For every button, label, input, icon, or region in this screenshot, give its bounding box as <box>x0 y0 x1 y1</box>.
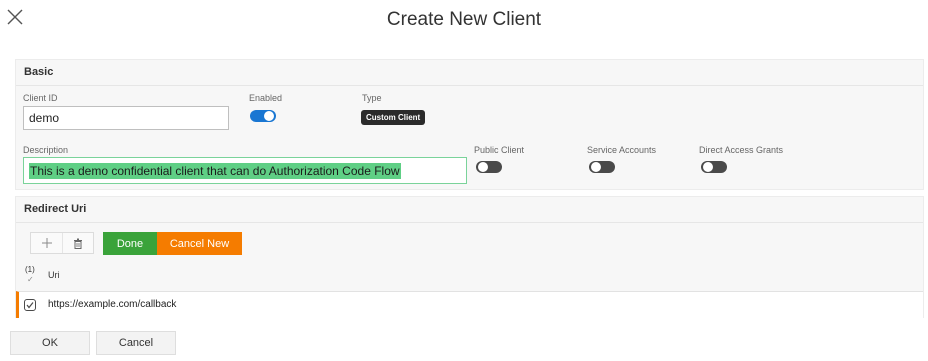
cancel-button[interactable]: Cancel <box>96 331 176 355</box>
row-checkbox[interactable] <box>24 299 36 311</box>
service-accounts-label: Service Accounts <box>587 145 657 155</box>
enabled-label: Enabled <box>249 93 283 103</box>
redirect-toolbar <box>30 232 94 254</box>
redirect-uri-panel: Redirect Uri Done Cancel New (1) ✓ Uri h… <box>15 196 924 318</box>
basic-panel-header: Basic <box>16 60 923 86</box>
column-header-uri: Uri <box>48 270 60 280</box>
basic-panel: Basic Client ID demo Enabled Type Custom… <box>15 59 924 190</box>
service-accounts-toggle[interactable] <box>589 161 615 173</box>
type-label: Type <box>362 93 382 103</box>
trash-icon[interactable] <box>62 233 93 253</box>
public-client-label: Public Client <box>474 145 525 155</box>
client-id-input[interactable]: demo <box>23 106 229 130</box>
select-all-check-icon[interactable]: ✓ <box>27 275 34 284</box>
redirect-uri-header: Redirect Uri <box>16 197 923 223</box>
client-id-label: Client ID <box>23 93 58 103</box>
selected-count: (1) <box>25 265 35 274</box>
type-badge: Custom Client <box>361 110 426 125</box>
ok-button[interactable]: OK <box>10 331 90 355</box>
dialog-title: Create New Client <box>386 9 542 30</box>
direct-access-grants-toggle[interactable] <box>701 161 727 173</box>
direct-access-grants-label: Direct Access Grants <box>699 145 784 155</box>
row-uri-value: https://example.com/callback <box>48 299 177 310</box>
client-id-value: demo <box>29 111 60 125</box>
description-label: Description <box>23 145 69 155</box>
table-row[interactable]: https://example.com/callback <box>16 291 923 318</box>
enabled-toggle[interactable] <box>250 110 276 122</box>
description-value: This is a demo confidential client that … <box>29 162 401 179</box>
description-input[interactable]: This is a demo confidential client that … <box>23 157 467 184</box>
done-button[interactable]: Done <box>103 232 157 255</box>
plus-icon[interactable] <box>31 233 62 253</box>
cancel-new-button[interactable]: Cancel New <box>157 232 242 255</box>
public-client-toggle[interactable] <box>476 161 502 173</box>
